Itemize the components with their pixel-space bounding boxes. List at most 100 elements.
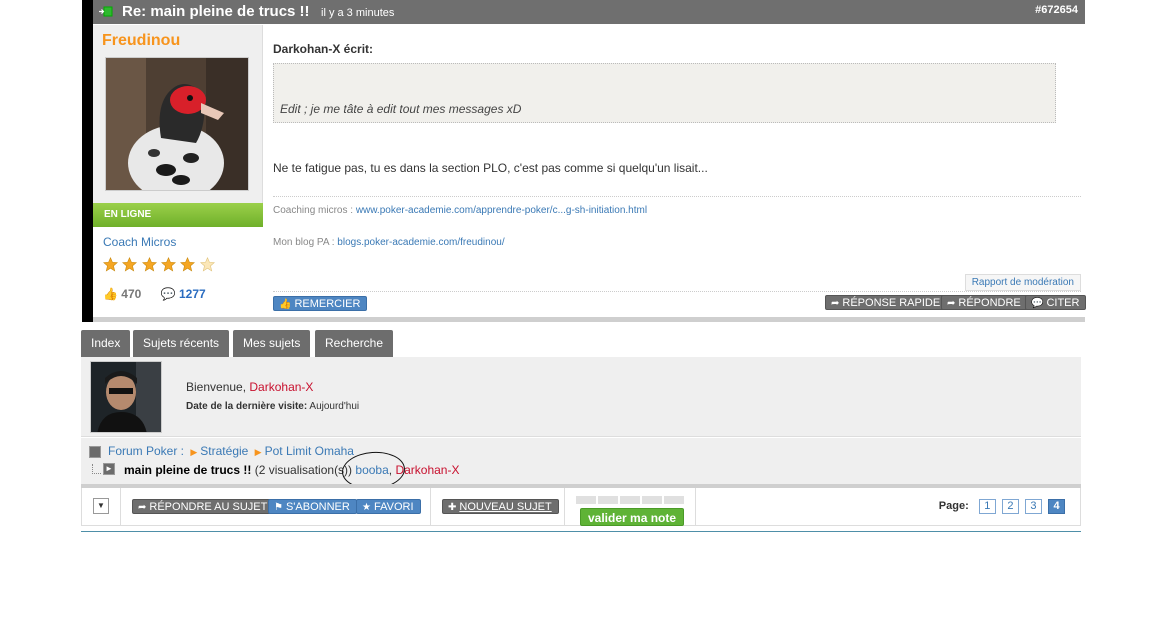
- post-id[interactable]: #672654: [1035, 4, 1078, 16]
- quick-reply-label: RÉPONSE RAPIDE: [842, 297, 941, 309]
- rating-segment[interactable]: [642, 496, 662, 504]
- rating-stars: [103, 256, 216, 275]
- last-visit-label: Date de la dernière visite:: [186, 401, 308, 412]
- validate-rating-button[interactable]: valider ma note: [580, 508, 685, 526]
- user-avatar[interactable]: [90, 361, 162, 433]
- author-name[interactable]: Freudinou: [102, 32, 180, 50]
- star-half-icon: [199, 256, 215, 272]
- quote-text: Edit ; je me tâte à edit tout mes messag…: [280, 102, 522, 116]
- topic-line: main pleine de trucs !! (2 visualisation…: [124, 463, 459, 477]
- page-link[interactable]: 1: [978, 499, 996, 514]
- actions-divider: [273, 291, 1081, 292]
- footer-divider: [81, 531, 1081, 532]
- speech-bubble-icon: 💬: [1031, 298, 1044, 309]
- username-link[interactable]: Darkohan-X: [249, 380, 313, 394]
- duck-image: [106, 58, 248, 190]
- breadcrumb-strategy[interactable]: Stratégie: [200, 444, 248, 458]
- viewer-link[interactable]: Darkohan-X: [395, 463, 459, 477]
- reply-label: RÉPONDRE: [958, 297, 1021, 309]
- post-text: Ne te fatigue pas, tu es dans la section…: [273, 161, 708, 175]
- arrow-right-icon: ▶: [254, 447, 262, 457]
- page-label: Page:: [938, 500, 969, 512]
- author-avatar[interactable]: [105, 57, 249, 191]
- user-photo: [91, 362, 161, 432]
- moderation-report-button[interactable]: Rapport de modération: [964, 274, 1081, 291]
- topic-views: (2 visualisation(s)): [251, 463, 356, 477]
- quote-box: Edit ; je me tâte à edit tout mes messag…: [273, 63, 1056, 123]
- new-topic-button[interactable]: ✚ NOUVEAU SUJET: [442, 499, 559, 514]
- reply-topic-button[interactable]: ➦ RÉPONDRE AU SUJET: [132, 499, 275, 514]
- quick-reply-button[interactable]: ➦ RÉPONSE RAPIDE: [825, 295, 948, 310]
- blog-link[interactable]: blogs.poker-academie.com/freudinou/: [337, 237, 504, 248]
- thumbs-up-icon: 👍: [279, 299, 292, 310]
- thank-button[interactable]: 👍 REMERCIER: [273, 296, 368, 311]
- coaching-link[interactable]: www.poker-academie.com/apprendre-poker/c…: [356, 205, 647, 216]
- last-visit-value: Aujourd'hui: [307, 401, 360, 412]
- signature-coaching: Coaching micros : www.poker-academie.com…: [273, 205, 647, 216]
- forum-icon: [89, 446, 101, 458]
- welcome-greeting: Bienvenue, Darkohan-X: [186, 380, 313, 394]
- quote-label: CITER: [1046, 297, 1080, 309]
- rating-segment[interactable]: [664, 496, 684, 504]
- tab-search[interactable]: Recherche: [315, 330, 394, 357]
- pagination: Page: 1 2 3 4: [939, 499, 1065, 514]
- last-visit: Date de la dernière visite: Aujourd'hui: [186, 401, 359, 412]
- breadcrumb-path: Forum Poker : ▶ Stratégie ▶ Pot Limit Omah…: [108, 444, 354, 458]
- toolbar-separator: [430, 488, 431, 526]
- chevron-down-icon[interactable]: ▼: [93, 498, 109, 514]
- reply-button[interactable]: ➦ RÉPONDRE: [941, 295, 1028, 310]
- author-stats: 👍 470 💬 1277: [103, 287, 206, 301]
- page-link[interactable]: 2: [1001, 499, 1019, 514]
- post-header: Re: main pleine de trucs !! il y a 3 min…: [93, 0, 1085, 24]
- author-info: Coach Micros 👍 470 💬 1277: [93, 227, 263, 322]
- rating-segment[interactable]: [576, 496, 596, 504]
- toolbar-separator: [120, 488, 121, 526]
- post-title[interactable]: Re: main pleine de trucs !!: [122, 3, 310, 20]
- messages-count[interactable]: 1277: [179, 287, 206, 301]
- signature-blog: Mon blog PA : blogs.poker-academie.com/f…: [273, 237, 505, 248]
- quote-author: Darkohan-X écrit:: [273, 42, 374, 56]
- star-icon: [161, 256, 177, 272]
- topic-title[interactable]: main pleine de trucs !!: [124, 463, 251, 477]
- rating-segment[interactable]: [620, 496, 640, 504]
- breadcrumb: Forum Poker : ▶ Stratégie ▶ Pot Limit Omah…: [81, 438, 1081, 484]
- rating-bar[interactable]: [576, 493, 686, 507]
- new-topic-label: NOUVEAU SUJET: [459, 501, 552, 513]
- subscribe-button[interactable]: ⚑ S'ABONNER: [268, 499, 357, 514]
- page-link[interactable]: 3: [1024, 499, 1042, 514]
- rating-segment[interactable]: [598, 496, 618, 504]
- topic-toolbar: ▼ ➦ RÉPONDRE AU SUJET ⚑ S'ABONNER ★ FAVORI …: [81, 488, 1081, 526]
- toolbar-separator: [695, 488, 696, 526]
- author-role[interactable]: Coach Micros: [103, 235, 176, 249]
- post-time: il y a 3 minutes: [321, 7, 395, 19]
- thumbs-up-icon: 👍: [103, 287, 118, 301]
- subscribe-label: S'ABONNER: [285, 501, 350, 513]
- signature-divider: [273, 196, 1081, 197]
- favorite-label: FAVORI: [373, 501, 414, 513]
- tab-index[interactable]: Index: [81, 330, 131, 357]
- reply-arrow-icon: ➦: [947, 298, 956, 309]
- favorite-button[interactable]: ★ FAVORI: [356, 499, 421, 514]
- greeting-text: Bienvenue,: [186, 380, 250, 394]
- online-badge: EN LIGNE: [93, 203, 263, 227]
- star-icon: [103, 256, 118, 272]
- online-status-icon: [99, 6, 113, 17]
- star-icon: [122, 256, 138, 272]
- quote-button[interactable]: 💬 CITER: [1025, 295, 1087, 310]
- breadcrumb-forum[interactable]: Forum Poker :: [108, 444, 184, 458]
- toolbar-separator: [564, 488, 565, 526]
- reply-arrow-icon: ➦: [138, 502, 147, 513]
- reply-topic-label: RÉPONDRE AU SUJET: [149, 501, 268, 513]
- tree-connector: [92, 464, 101, 474]
- breadcrumb-plo[interactable]: Pot Limit Omaha: [265, 444, 354, 458]
- welcome-panel: Bienvenue, Darkohan-X Date de la dernièr…: [81, 357, 1081, 437]
- comment-icon: 💬: [160, 287, 176, 301]
- star-icon: [180, 256, 196, 272]
- tab-recent-topics[interactable]: Sujets récents: [133, 330, 230, 357]
- reply-arrow-icon: ➦: [831, 298, 840, 309]
- star-icon: ★: [362, 502, 371, 513]
- page-current[interactable]: 4: [1048, 499, 1065, 514]
- blog-label: Mon blog PA :: [273, 237, 338, 248]
- arrow-right-icon: ▶: [190, 447, 198, 457]
- tab-my-topics[interactable]: Mes sujets: [233, 330, 311, 357]
